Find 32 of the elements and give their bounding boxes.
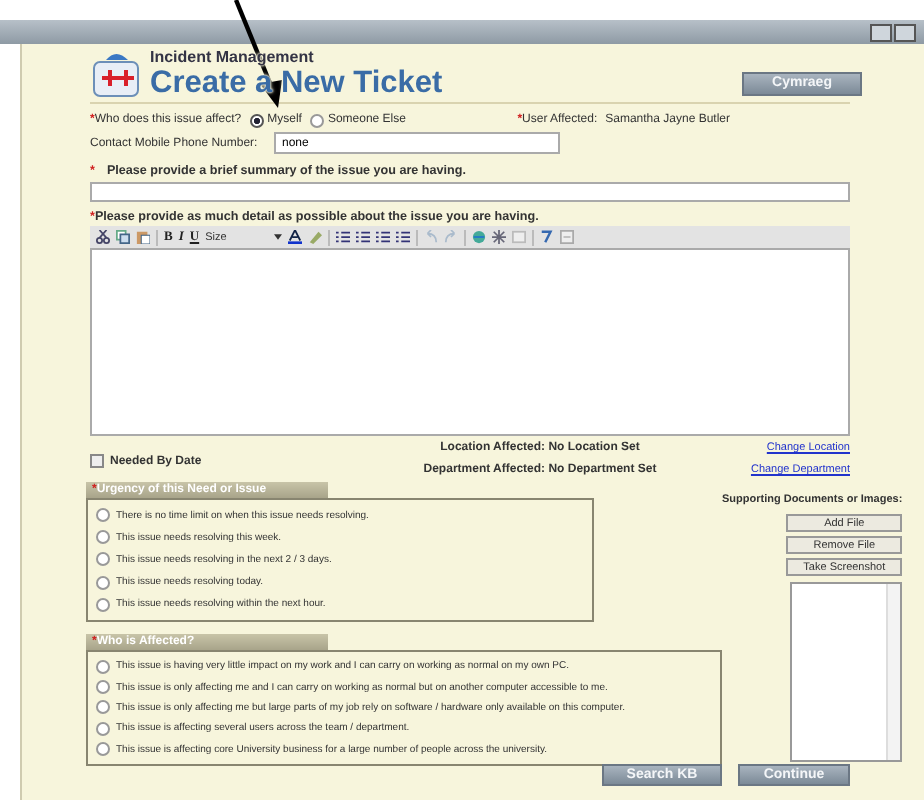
radio-button[interactable]: [249, 113, 264, 127]
text-color-icon[interactable]: [287, 230, 302, 244]
copy-icon[interactable]: [116, 230, 130, 244]
scrollbar[interactable]: [886, 584, 901, 760]
list-icon[interactable]: [395, 230, 410, 244]
radio-button[interactable]: [309, 113, 324, 127]
highlight-icon[interactable]: [307, 230, 322, 244]
caret-icon: [273, 234, 282, 240]
list-icon[interactable]: [375, 230, 390, 244]
radio-button[interactable]: [96, 530, 110, 545]
redo-icon[interactable]: [443, 230, 458, 244]
radio-button[interactable]: [96, 575, 110, 590]
radio-button[interactable]: [96, 680, 110, 695]
radio-button[interactable]: [96, 597, 110, 612]
radio-button[interactable]: [96, 742, 110, 757]
summary-input[interactable]: [90, 182, 850, 202]
radio-button[interactable]: [96, 700, 110, 715]
source-icon[interactable]: [559, 230, 574, 244]
paste-icon[interactable]: [136, 230, 150, 244]
first-aid-kit-icon: [90, 48, 142, 100]
radio-button[interactable]: [96, 721, 110, 736]
radio-button[interactable]: [96, 659, 110, 674]
image-icon[interactable]: [511, 230, 526, 244]
list-icon[interactable]: [335, 230, 350, 244]
file-list[interactable]: [790, 582, 903, 762]
radio-button[interactable]: [96, 508, 110, 523]
cut-icon[interactable]: [96, 230, 110, 244]
list-icon[interactable]: [355, 230, 370, 244]
needed-by-date-checkbox[interactable]: [90, 454, 104, 468]
window-controls-icon[interactable]: [870, 23, 916, 41]
radio-button[interactable]: [96, 552, 110, 567]
undo-icon[interactable]: [423, 230, 438, 244]
